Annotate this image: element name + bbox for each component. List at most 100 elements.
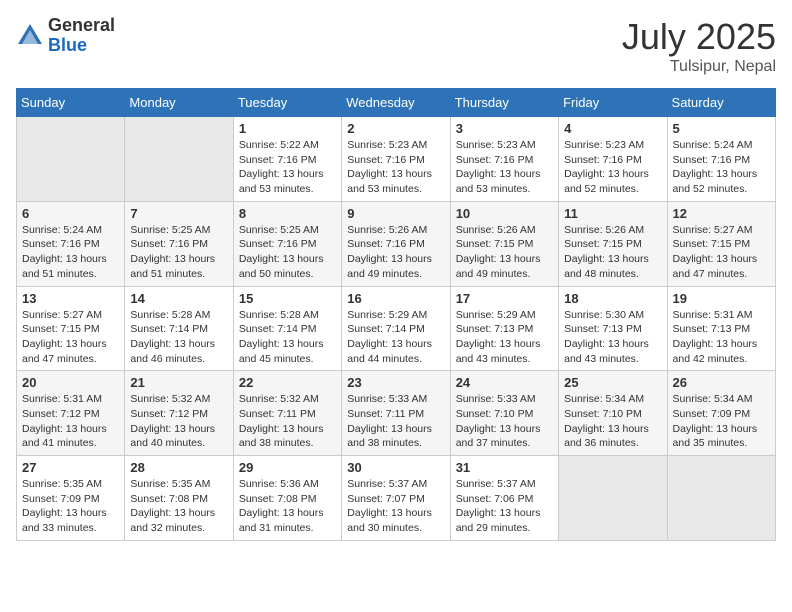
day-detail: Sunrise: 5:24 AMSunset: 7:16 PMDaylight:… <box>22 223 119 282</box>
day-detail: Sunrise: 5:32 AMSunset: 7:11 PMDaylight:… <box>239 392 336 451</box>
calendar-cell: 21 Sunrise: 5:32 AMSunset: 7:12 PMDayligh… <box>125 371 233 456</box>
day-detail: Sunrise: 5:34 AMSunset: 7:10 PMDaylight:… <box>564 392 661 451</box>
calendar-cell: 1 Sunrise: 5:22 AMSunset: 7:16 PMDaylight… <box>233 117 341 202</box>
calendar-cell: 7 Sunrise: 5:25 AMSunset: 7:16 PMDaylight… <box>125 201 233 286</box>
calendar-cell: 3 Sunrise: 5:23 AMSunset: 7:16 PMDaylight… <box>450 117 558 202</box>
header-cell-saturday: Saturday <box>667 89 775 117</box>
calendar-cell: 18Sunrise: 5:30 AMSunset: 7:13 PMDayligh… <box>559 286 667 371</box>
day-detail: Sunrise: 5:26 AMSunset: 7:16 PMDaylight:… <box>347 223 444 282</box>
day-detail: Sunrise: 5:31 AMSunset: 7:13 PMDaylight:… <box>673 308 770 367</box>
page-header: General Blue July 2025 Tulsipur, Nepal <box>16 16 776 76</box>
day-detail: Sunrise: 5:33 AMSunset: 7:11 PMDaylight:… <box>347 392 444 451</box>
day-number: 25 <box>564 375 661 390</box>
day-detail: Sunrise: 5:26 AMSunset: 7:15 PMDaylight:… <box>564 223 661 282</box>
day-detail: Sunrise: 5:24 AMSunset: 7:16 PMDaylight:… <box>673 138 770 197</box>
day-detail: Sunrise: 5:23 AMSunset: 7:16 PMDaylight:… <box>564 138 661 197</box>
calendar-cell: 6 Sunrise: 5:24 AMSunset: 7:16 PMDaylight… <box>17 201 125 286</box>
calendar-cell: 5 Sunrise: 5:24 AMSunset: 7:16 PMDaylight… <box>667 117 775 202</box>
day-number: 2 <box>347 121 444 136</box>
logo-icon <box>16 22 44 50</box>
day-detail: Sunrise: 5:35 AMSunset: 7:08 PMDaylight:… <box>130 477 227 536</box>
day-number: 13 <box>22 291 119 306</box>
calendar-cell: 16Sunrise: 5:29 AMSunset: 7:14 PMDayligh… <box>342 286 450 371</box>
month-year-title: July 2025 <box>622 16 776 58</box>
day-number: 12 <box>673 206 770 221</box>
day-detail: Sunrise: 5:36 AMSunset: 7:08 PMDaylight:… <box>239 477 336 536</box>
calendar-cell <box>667 456 775 541</box>
calendar-cell: 23 Sunrise: 5:33 AMSunset: 7:11 PMDayligh… <box>342 371 450 456</box>
day-detail: Sunrise: 5:27 AMSunset: 7:15 PMDaylight:… <box>22 308 119 367</box>
calendar-header: SundayMondayTuesdayWednesdayThursdayFrid… <box>17 89 776 117</box>
day-number: 24 <box>456 375 553 390</box>
week-row-0: 1 Sunrise: 5:22 AMSunset: 7:16 PMDaylight… <box>17 117 776 202</box>
day-detail: Sunrise: 5:26 AMSunset: 7:15 PMDaylight:… <box>456 223 553 282</box>
calendar-cell: 31 Sunrise: 5:37 AMSunset: 7:06 PMDayligh… <box>450 456 558 541</box>
day-detail: Sunrise: 5:35 AMSunset: 7:09 PMDaylight:… <box>22 477 119 536</box>
day-detail: Sunrise: 5:29 AMSunset: 7:13 PMDaylight:… <box>456 308 553 367</box>
day-detail: Sunrise: 5:28 AMSunset: 7:14 PMDaylight:… <box>130 308 227 367</box>
header-cell-thursday: Thursday <box>450 89 558 117</box>
day-detail: Sunrise: 5:37 AMSunset: 7:07 PMDaylight:… <box>347 477 444 536</box>
calendar-cell: 14 Sunrise: 5:28 AMSunset: 7:14 PMDayligh… <box>125 286 233 371</box>
week-row-1: 6 Sunrise: 5:24 AMSunset: 7:16 PMDaylight… <box>17 201 776 286</box>
day-detail: Sunrise: 5:22 AMSunset: 7:16 PMDaylight:… <box>239 138 336 197</box>
day-number: 27 <box>22 460 119 475</box>
logo-blue-text: Blue <box>48 36 115 56</box>
day-number: 8 <box>239 206 336 221</box>
calendar-cell: 9Sunrise: 5:26 AMSunset: 7:16 PMDaylight… <box>342 201 450 286</box>
day-number: 30 <box>347 460 444 475</box>
day-detail: Sunrise: 5:32 AMSunset: 7:12 PMDaylight:… <box>130 392 227 451</box>
day-number: 6 <box>22 206 119 221</box>
header-cell-tuesday: Tuesday <box>233 89 341 117</box>
day-detail: Sunrise: 5:37 AMSunset: 7:06 PMDaylight:… <box>456 477 553 536</box>
day-number: 5 <box>673 121 770 136</box>
day-number: 16 <box>347 291 444 306</box>
day-number: 7 <box>130 206 227 221</box>
day-number: 1 <box>239 121 336 136</box>
day-number: 3 <box>456 121 553 136</box>
header-cell-monday: Monday <box>125 89 233 117</box>
day-detail: Sunrise: 5:25 AMSunset: 7:16 PMDaylight:… <box>130 223 227 282</box>
header-cell-wednesday: Wednesday <box>342 89 450 117</box>
calendar-cell: 8Sunrise: 5:25 AMSunset: 7:16 PMDaylight… <box>233 201 341 286</box>
day-number: 23 <box>347 375 444 390</box>
calendar-cell: 30 Sunrise: 5:37 AMSunset: 7:07 PMDayligh… <box>342 456 450 541</box>
day-number: 18 <box>564 291 661 306</box>
calendar-cell: 11 Sunrise: 5:26 AMSunset: 7:15 PMDayligh… <box>559 201 667 286</box>
day-number: 29 <box>239 460 336 475</box>
day-number: 22 <box>239 375 336 390</box>
day-number: 14 <box>130 291 227 306</box>
day-detail: Sunrise: 5:23 AMSunset: 7:16 PMDaylight:… <box>456 138 553 197</box>
day-detail: Sunrise: 5:33 AMSunset: 7:10 PMDaylight:… <box>456 392 553 451</box>
day-detail: Sunrise: 5:27 AMSunset: 7:15 PMDaylight:… <box>673 223 770 282</box>
week-row-2: 13 Sunrise: 5:27 AMSunset: 7:15 PMDayligh… <box>17 286 776 371</box>
calendar-cell <box>559 456 667 541</box>
day-number: 10 <box>456 206 553 221</box>
logo-general-text: General <box>48 16 115 36</box>
calendar-cell <box>17 117 125 202</box>
calendar-cell: 12 Sunrise: 5:27 AMSunset: 7:15 PMDayligh… <box>667 201 775 286</box>
calendar-cell: 28Sunrise: 5:35 AMSunset: 7:08 PMDayligh… <box>125 456 233 541</box>
calendar-cell: 26Sunrise: 5:34 AMSunset: 7:09 PMDayligh… <box>667 371 775 456</box>
header-cell-sunday: Sunday <box>17 89 125 117</box>
day-number: 11 <box>564 206 661 221</box>
day-number: 19 <box>673 291 770 306</box>
day-number: 21 <box>130 375 227 390</box>
calendar-cell: 15Sunrise: 5:28 AMSunset: 7:14 PMDayligh… <box>233 286 341 371</box>
location-subtitle: Tulsipur, Nepal <box>622 58 776 76</box>
header-cell-friday: Friday <box>559 89 667 117</box>
calendar-cell <box>125 117 233 202</box>
day-detail: Sunrise: 5:28 AMSunset: 7:14 PMDaylight:… <box>239 308 336 367</box>
title-block: July 2025 Tulsipur, Nepal <box>622 16 776 76</box>
calendar-body: 1 Sunrise: 5:22 AMSunset: 7:16 PMDaylight… <box>17 117 776 541</box>
calendar-cell: 10 Sunrise: 5:26 AMSunset: 7:15 PMDayligh… <box>450 201 558 286</box>
day-number: 31 <box>456 460 553 475</box>
calendar-cell: 19 Sunrise: 5:31 AMSunset: 7:13 PMDayligh… <box>667 286 775 371</box>
day-number: 4 <box>564 121 661 136</box>
day-detail: Sunrise: 5:31 AMSunset: 7:12 PMDaylight:… <box>22 392 119 451</box>
day-number: 17 <box>456 291 553 306</box>
calendar-cell: 17 Sunrise: 5:29 AMSunset: 7:13 PMDayligh… <box>450 286 558 371</box>
calendar-cell: 2Sunrise: 5:23 AMSunset: 7:16 PMDaylight… <box>342 117 450 202</box>
calendar-cell: 4 Sunrise: 5:23 AMSunset: 7:16 PMDaylight… <box>559 117 667 202</box>
calendar-cell: 22 Sunrise: 5:32 AMSunset: 7:11 PMDayligh… <box>233 371 341 456</box>
